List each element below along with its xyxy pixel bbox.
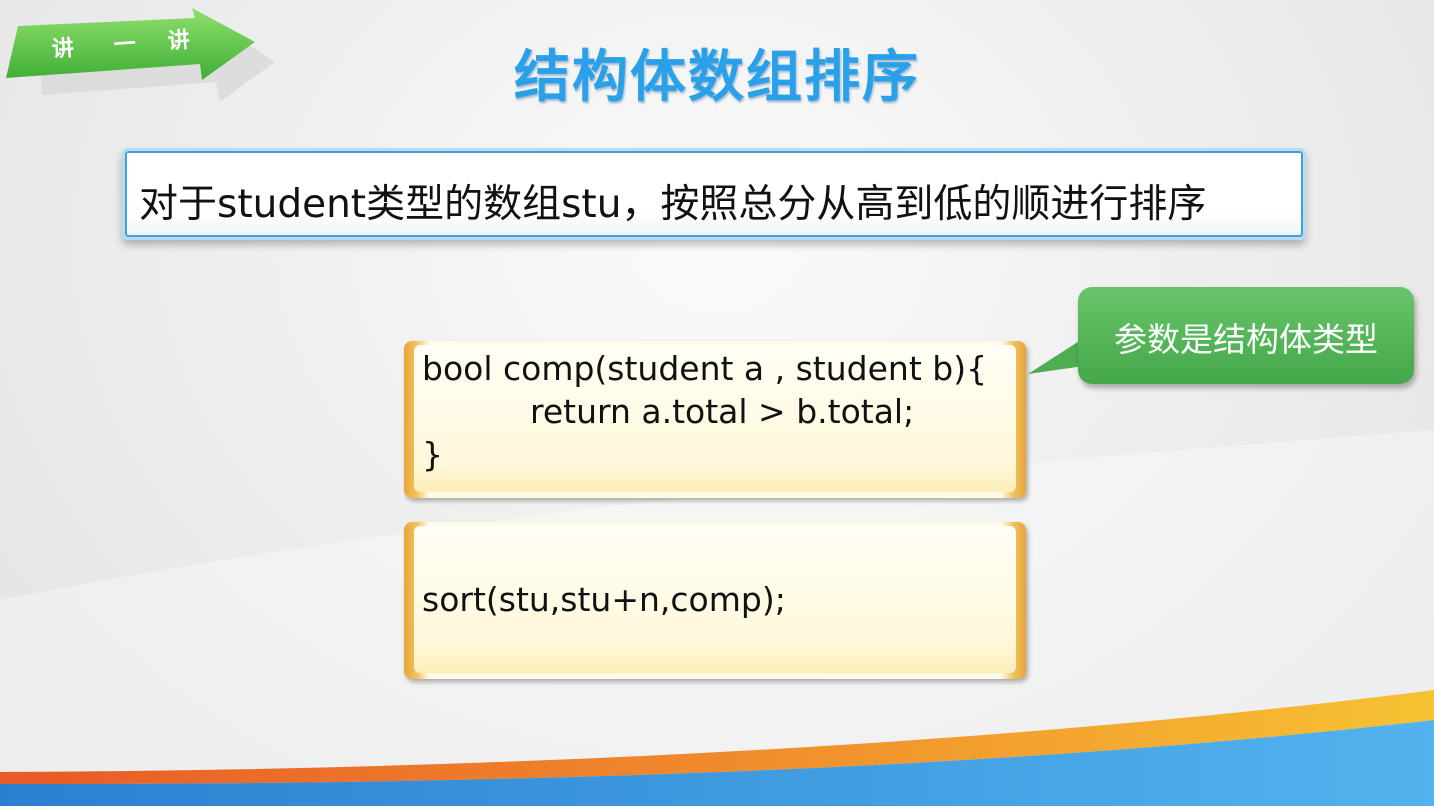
code-line: } [422, 435, 443, 474]
code-line: return a.total > b.total; [530, 392, 915, 431]
code-line: bool comp(student a , student b){ [422, 349, 988, 388]
statement-text: 对于student类型的数组stu，按照总分从高到低的顺进行排序 [139, 182, 1207, 227]
callout-bubble: 参数是结构体类型 [1078, 287, 1414, 384]
statement-box: 对于student类型的数组stu，按照总分从高到低的顺进行排序 [122, 148, 1306, 240]
slide-title: 结构体数组排序 [514, 45, 920, 110]
code-block-sort: sort(stu,stu+n,comp); [404, 522, 1026, 679]
callout-text: 参数是结构体类型 [1114, 320, 1378, 359]
code-line: sort(stu,stu+n,comp); [422, 580, 786, 619]
code-block-comp: bool comp(student a , student b){ return… [404, 341, 1026, 498]
